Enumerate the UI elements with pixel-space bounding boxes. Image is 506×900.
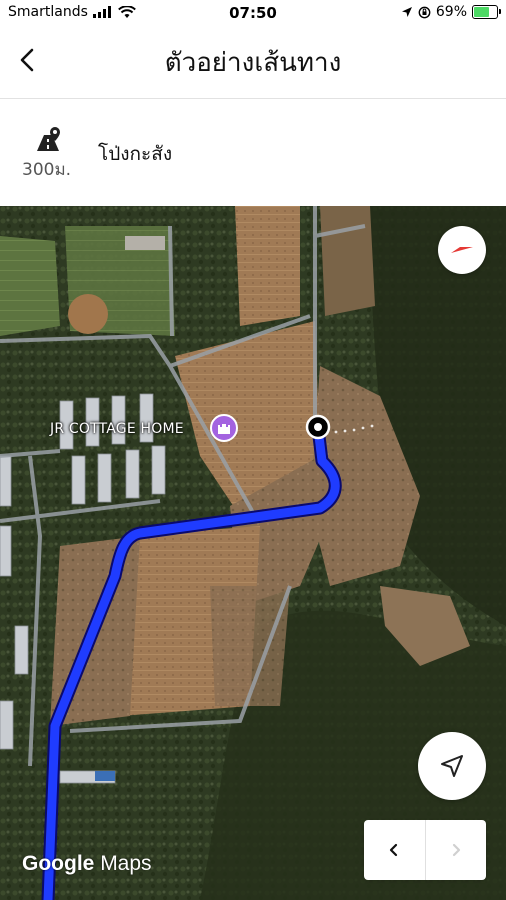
orientation-lock-icon (418, 6, 431, 18)
location-arrow-icon (401, 7, 412, 17)
page-title: ตัวอย่างเส้นทาง (164, 48, 342, 78)
navigation-arrow-icon (441, 755, 463, 777)
attribution-product: Maps (100, 852, 152, 875)
battery-percent: 69% (435, 4, 467, 20)
nav-bar: ตัวอย่างเส้นทาง (0, 26, 506, 99)
compass-button[interactable] (438, 226, 486, 274)
chevron-right-icon (452, 843, 460, 857)
battery-charging-icon (472, 5, 501, 19)
map-view[interactable]: JR COTTAGE HOME Google Maps (0, 206, 506, 900)
step-controls (364, 820, 486, 880)
chevron-left-icon (390, 843, 398, 857)
route-summary: โป่งกะสัง (0, 99, 506, 205)
castle-icon[interactable] (210, 414, 238, 442)
route-distance: 300ม. (22, 160, 72, 180)
start-point-icon (305, 414, 331, 440)
next-step-button[interactable] (424, 820, 487, 880)
google-maps-logo: Google Maps (22, 852, 152, 876)
compass-icon (451, 247, 473, 253)
destination-name: โป่งกะสัง (98, 143, 173, 165)
locate-button[interactable] (418, 732, 486, 800)
road-pin-icon (37, 127, 60, 151)
prev-step-button[interactable] (364, 820, 425, 880)
poi-label[interactable]: JR COTTAGE HOME (50, 421, 184, 437)
attribution-brand: Google (22, 852, 95, 875)
status-bar: Smartlands 07:50 69% (0, 0, 506, 26)
status-right: 69% (401, 4, 501, 20)
satellite-map (0, 206, 506, 900)
